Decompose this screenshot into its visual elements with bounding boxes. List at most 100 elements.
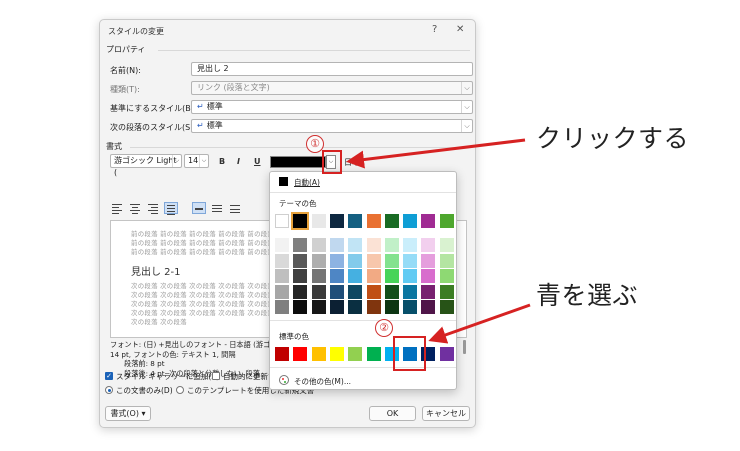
standard-color-swatch[interactable] [275,347,289,361]
theme-color-swatch[interactable] [384,214,399,228]
standard-color-swatch[interactable] [366,347,381,361]
theme-shade-swatch[interactable] [329,238,344,252]
theme-shade-swatch[interactable] [366,300,381,314]
standard-color-swatch[interactable] [329,347,344,361]
this-document-only-radio[interactable] [105,386,113,394]
theme-color-swatch[interactable] [348,214,363,228]
theme-shade-swatch[interactable] [403,253,418,268]
theme-shade-swatch[interactable] [293,269,308,283]
theme-shade-swatch[interactable] [439,284,454,299]
theme-shade-swatch[interactable] [366,284,381,299]
standard-color-swatch[interactable] [311,347,326,361]
theme-shade-swatch[interactable] [275,284,289,299]
theme-shade-swatch[interactable] [329,253,344,268]
theme-shade-swatch[interactable] [348,253,363,268]
theme-shade-swatch[interactable] [384,238,399,252]
theme-shade-swatch[interactable] [275,269,289,283]
justify-button[interactable] [164,202,178,215]
theme-color-swatch[interactable] [421,214,436,228]
theme-shade-swatch[interactable] [421,238,436,252]
line-spacing-double-button[interactable] [228,202,242,214]
add-to-gallery-checkbox[interactable]: ✓ [105,372,113,380]
theme-shade-swatch[interactable] [293,253,308,268]
theme-shade-swatch[interactable] [439,253,454,268]
theme-shade-swatch[interactable] [293,238,308,252]
theme-shade-swatch[interactable] [439,269,454,283]
align-right-button[interactable] [146,202,160,214]
name-field[interactable]: 見出し 2 [191,62,473,76]
theme-shade-swatch[interactable] [366,238,381,252]
theme-shade-swatch[interactable] [311,238,326,252]
theme-shade-swatch[interactable] [384,300,399,314]
theme-shade-swatch[interactable] [384,269,399,283]
line-spacing-1-5-button[interactable] [210,202,224,214]
theme-shade-swatch[interactable] [421,300,436,314]
format-menu-button[interactable]: 書式(O) ▾ [105,406,151,421]
theme-color-swatch[interactable] [366,214,381,228]
theme-color-swatch[interactable] [275,214,289,228]
theme-shade-swatch[interactable] [293,284,308,299]
theme-shade-swatch[interactable] [403,284,418,299]
standard-color-swatch[interactable] [348,347,363,361]
theme-color-swatch[interactable] [311,214,326,228]
theme-shade-swatch[interactable] [439,238,454,252]
align-left-button[interactable] [110,202,124,214]
theme-shade-swatch[interactable] [348,269,363,283]
theme-shade-swatch[interactable] [439,300,454,314]
theme-shade-swatch[interactable] [311,300,326,314]
underline-button[interactable]: U [254,157,261,166]
theme-shade-swatch[interactable] [348,284,363,299]
theme-shade-swatch[interactable] [311,284,326,299]
theme-shade-swatch[interactable] [275,238,289,252]
color-wheel-icon [279,375,289,385]
ok-button[interactable]: OK [369,406,416,421]
font-name-select[interactable]: 游ゴシック Light ( ⌵ [110,154,182,177]
theme-shade-swatch[interactable] [421,269,436,283]
align-center-button[interactable] [128,202,142,214]
help-button[interactable]: ? [432,24,437,35]
theme-shade-swatch[interactable] [403,269,418,283]
theme-shade-swatch[interactable] [384,284,399,299]
next-style-select[interactable]: ↵ 標準 ⌵ [191,119,473,133]
theme-shade-swatch[interactable] [329,284,344,299]
theme-shade-swatch[interactable] [311,253,326,268]
auto-update-checkbox[interactable] [212,372,220,380]
cancel-button[interactable]: キャンセル [422,406,470,421]
theme-shade-swatch[interactable] [348,300,363,314]
theme-shade-swatch[interactable] [311,269,326,283]
standard-color-swatch[interactable] [439,347,454,361]
italic-button[interactable]: I [237,157,240,166]
automatic-color-swatch[interactable] [279,177,288,186]
step-1-callout: クリックする [536,124,690,153]
type-select[interactable]: リンク (段落と文字) ⌵ [191,81,473,95]
font-size-select[interactable]: 14 ⌵ [184,154,209,168]
base-style-select[interactable]: ↵ 標準 ⌵ [191,100,473,114]
theme-shade-swatch[interactable] [293,300,308,314]
language-select[interactable]: 日本 [344,157,360,168]
line-spacing-single-button[interactable] [192,202,206,214]
theme-shade-swatch[interactable] [329,269,344,283]
new-documents-radio[interactable] [176,386,184,394]
more-colors-option[interactable]: その他の色(M)... [294,376,351,387]
theme-shade-swatch[interactable] [348,238,363,252]
theme-shade-swatch[interactable] [275,253,289,268]
automatic-color-option[interactable]: 自動(A) [294,177,320,188]
theme-shade-swatch[interactable] [403,300,418,314]
theme-shade-swatch[interactable] [275,300,289,314]
theme-shade-swatch[interactable] [329,300,344,314]
bold-button[interactable]: B [219,157,225,166]
theme-shade-swatch[interactable] [421,253,436,268]
description-scrollbar[interactable] [463,340,466,354]
theme-shade-swatch[interactable] [403,238,418,252]
font-color-swatch[interactable] [270,156,326,168]
standard-color-swatch[interactable] [293,347,308,361]
theme-color-swatch[interactable] [439,214,454,228]
theme-color-swatch[interactable] [329,214,344,228]
theme-shade-swatch[interactable] [366,269,381,283]
close-icon[interactable]: ✕ [456,24,464,35]
theme-shade-swatch[interactable] [366,253,381,268]
theme-color-swatch[interactable] [291,212,310,230]
theme-shade-swatch[interactable] [421,284,436,299]
theme-shade-swatch[interactable] [384,253,399,268]
theme-color-swatch[interactable] [403,214,418,228]
